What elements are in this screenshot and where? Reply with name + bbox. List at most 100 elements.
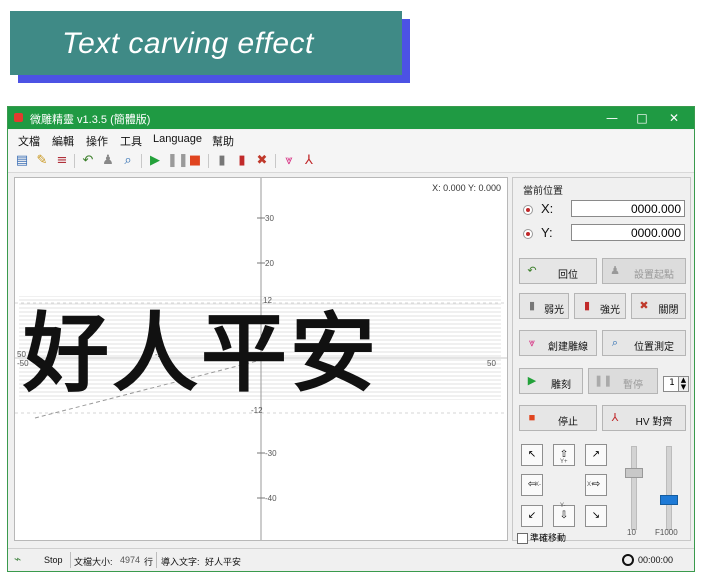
- undo-icon: ↶: [527, 265, 537, 277]
- elapsed-time: 00:00:00: [638, 555, 674, 565]
- jog-up-right-button[interactable]: ↗: [585, 444, 607, 466]
- current-position-title: 當前位置: [523, 186, 563, 197]
- import-text-label: 導入文字:: [161, 557, 200, 567]
- axis-label: -40: [265, 494, 277, 503]
- close-window-button[interactable]: ✕: [656, 107, 692, 129]
- precise-move-label: 準確移動: [530, 533, 567, 543]
- power-slider-track[interactable]: [631, 446, 637, 530]
- set-origin-button[interactable]: ♟ 設置起點: [602, 258, 686, 284]
- hv-align-icon[interactable]: ⅄: [301, 153, 317, 169]
- title-bar: 微雕精靈 v1.3.5 (簡體版) — □ ✕: [8, 107, 694, 129]
- precise-move-checkbox[interactable]: [517, 533, 528, 544]
- close-laser-button[interactable]: ✖ 關閉: [631, 293, 686, 319]
- menu-bar: 文檔 編輯 操作 工具 Language 幫助: [8, 130, 694, 150]
- x-position-field[interactable]: 0000.000: [571, 200, 685, 217]
- coordinate-readout: X: 0.000 Y: 0.000: [432, 183, 501, 193]
- home-button[interactable]: ↶ 回位: [519, 258, 597, 284]
- laser-weak-icon: ▮: [528, 300, 536, 312]
- promo-banner: Text carving effect: [10, 11, 402, 75]
- menu-tools[interactable]: 工具: [120, 133, 142, 149]
- strong-light-button[interactable]: ▮ 強光: [574, 293, 626, 319]
- stop-icon: ■: [528, 412, 536, 424]
- carved-text-preview: 好人平安: [23, 304, 379, 404]
- weak-light-button[interactable]: ▮ 弱光: [519, 293, 569, 319]
- file-size-unit: 行: [144, 557, 154, 567]
- menu-file[interactable]: 文檔: [18, 133, 40, 149]
- axis-label: 50: [487, 359, 496, 368]
- jog-down-right-button[interactable]: ↘: [585, 505, 607, 527]
- connection-icon: ⌁: [14, 552, 22, 566]
- file-size-label: 文檔大小:: [74, 557, 113, 567]
- app-window: 微雕精靈 v1.3.5 (簡體版) — □ ✕ 文檔 編輯 操作 工具 Lang…: [7, 106, 695, 572]
- y-label: Y:: [541, 225, 553, 240]
- jog-down-left-button[interactable]: ↙: [521, 505, 543, 527]
- position-measure-button[interactable]: ⌕ 位置測定: [602, 330, 686, 356]
- stop-icon[interactable]: ■: [187, 153, 203, 169]
- stop-button[interactable]: ■ 停止: [519, 405, 597, 431]
- zoom-icon: ⌕: [611, 337, 619, 349]
- toolbar-separator: [141, 154, 142, 168]
- jog-x-minus-label: X-: [535, 482, 541, 488]
- menu-edit[interactable]: 編輯: [52, 133, 74, 149]
- toolbar-separator: [208, 154, 209, 168]
- drawing-canvas[interactable]: 30 20 12 50 -50 -20 50 -12 -30 -40 好人平安 …: [14, 177, 508, 541]
- y-position-field[interactable]: 0000.000: [571, 224, 685, 241]
- create-engraving-icon: ⩔: [528, 337, 536, 349]
- menu-language[interactable]: Language: [153, 133, 202, 145]
- edit-icon[interactable]: ✎: [34, 153, 50, 169]
- speed-slider-thumb[interactable]: [660, 495, 678, 505]
- status-separator: [70, 552, 71, 568]
- status-separator: [156, 552, 157, 568]
- laser-strong-icon: ▮: [583, 300, 591, 312]
- menu-operate[interactable]: 操作: [86, 133, 108, 149]
- import-text-value: 好人平安: [205, 557, 242, 567]
- open-file-icon[interactable]: ▤: [14, 153, 30, 169]
- create-engraving-icon[interactable]: ⩔: [281, 153, 297, 169]
- power-slider-value: 10: [627, 528, 636, 537]
- close-laser-icon: ✖: [639, 300, 649, 312]
- x-label: X:: [541, 201, 554, 216]
- menu-help[interactable]: 幫助: [212, 133, 234, 149]
- jog-y-plus-label: Y+: [560, 459, 568, 465]
- laser-weak-icon[interactable]: ▮: [214, 153, 230, 169]
- hv-align-icon: ⅄: [611, 412, 619, 424]
- y-position-row: Y: 0000.000: [519, 224, 685, 244]
- hv-align-button[interactable]: ⅄ HV 對齊: [602, 405, 686, 431]
- maximize-button[interactable]: □: [624, 107, 660, 129]
- zoom-icon[interactable]: ⌕: [120, 153, 136, 169]
- axis-label: 20: [265, 259, 274, 268]
- home-user-icon[interactable]: ♟: [100, 153, 116, 169]
- undo-icon[interactable]: ↶: [80, 153, 96, 169]
- jog-y-minus-label: Y-: [560, 503, 566, 509]
- toolbar-separator: [74, 154, 75, 168]
- y-radio[interactable]: [523, 229, 533, 239]
- speed-slider-track[interactable]: [666, 446, 672, 530]
- pause-icon: ❚❚: [594, 375, 613, 387]
- control-panel: 當前位置 X: 0000.000 Y: 0000.000 ↶ 回位 ♟ 設置起點…: [512, 177, 691, 541]
- app-icon: [14, 113, 23, 122]
- create-engrave-button[interactable]: ⩔ 創建雕線: [519, 330, 597, 356]
- jog-up-left-button[interactable]: ↖: [521, 444, 543, 466]
- repeat-stepper[interactable]: ▲ ▼: [678, 376, 689, 392]
- file-size-value: 4974: [120, 555, 141, 565]
- laser-strong-icon[interactable]: ▮: [234, 153, 250, 169]
- jog-x-plus-label: X+: [587, 482, 595, 488]
- status-bar: ⌁ Stop 文檔大小: 4974 行 導入文字: 好人平安 00:00:00: [8, 548, 694, 571]
- speed-slider-value: F1000: [655, 528, 678, 537]
- play-icon[interactable]: ▶: [147, 153, 163, 169]
- toolbar-separator: [275, 154, 276, 168]
- origin-icon: ♟: [610, 265, 620, 277]
- pause-icon[interactable]: ❚❚: [167, 153, 189, 169]
- axis-label: -30: [265, 449, 277, 458]
- power-slider-thumb[interactable]: [625, 468, 643, 478]
- x-position-row: X: 0000.000: [519, 200, 685, 220]
- toolbar: ▤ ✎ ≡ ↶ ♟ ⌕ ▶ ❚❚ ■ ▮ ▮ ✖ ⩔ ⅄: [8, 150, 694, 173]
- layers-icon[interactable]: ≡: [54, 153, 70, 169]
- engrave-button[interactable]: ▶ 雕刻: [519, 368, 583, 394]
- x-radio[interactable]: [523, 205, 533, 215]
- banner-title: Text carving effect: [62, 27, 314, 60]
- play-icon: ▶: [527, 375, 537, 387]
- machine-state: Stop: [44, 555, 63, 565]
- pause-button[interactable]: ❚❚ 暫停: [588, 368, 658, 394]
- close-laser-icon[interactable]: ✖: [254, 153, 270, 169]
